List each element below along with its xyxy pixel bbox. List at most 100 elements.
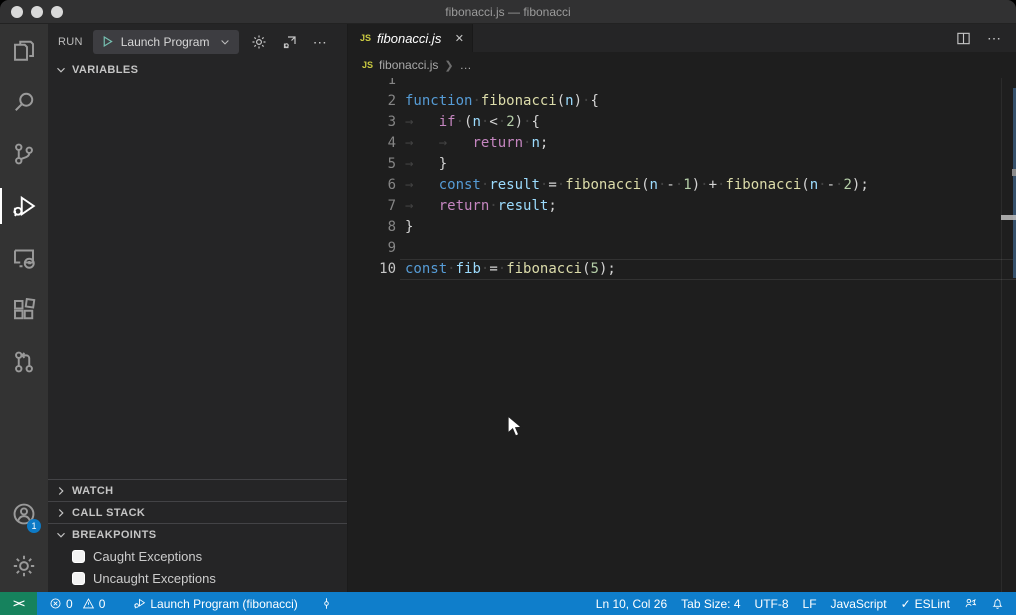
warning-count: 0: [99, 597, 106, 611]
source-control-icon[interactable]: [0, 128, 48, 180]
run-and-debug-icon[interactable]: [0, 180, 48, 232]
views-more-actions-icon[interactable]: ⋯: [313, 37, 328, 47]
variables-body: [48, 81, 347, 479]
overview-ruler-border: [1001, 78, 1002, 592]
remote-indicator[interactable]: ><: [0, 592, 37, 615]
feedback-item[interactable]: [958, 592, 983, 615]
vscode-window: fibonacci.js — fibonacci: [0, 0, 1016, 615]
chevron-right-icon: [54, 484, 68, 498]
eol-sequence[interactable]: LF: [797, 592, 823, 615]
variables-section-label: VARIABLES: [72, 64, 138, 76]
window-title: fibonacci.js — fibonacci: [445, 5, 570, 19]
code-line[interactable]: 7→ return·result;: [348, 196, 1016, 217]
breakpoint-label: Caught Exceptions: [93, 549, 202, 564]
line-number: 9: [348, 238, 396, 259]
encoding[interactable]: UTF-8: [749, 592, 795, 615]
git-commit-item[interactable]: [314, 592, 339, 615]
line-text: [396, 78, 405, 88]
breadcrumb-symbol[interactable]: …: [460, 58, 472, 72]
warning-icon: [82, 597, 95, 610]
breakpoints-section-label: BREAKPOINTS: [72, 529, 156, 541]
run-label: RUN: [58, 36, 83, 48]
code-line[interactable]: 4→ → return·n;: [348, 133, 1016, 154]
error-count: 0: [66, 597, 73, 611]
line-number: 6: [348, 175, 396, 196]
tab-label: fibonacci.js: [377, 31, 449, 46]
chevron-down-icon: [219, 36, 231, 48]
watch-section-header[interactable]: WATCH: [48, 479, 347, 501]
js-file-icon: JS: [360, 33, 371, 43]
code-line[interactable]: 2function·fibonacci(n)·{: [348, 91, 1016, 112]
accounts-icon[interactable]: 1: [0, 488, 48, 540]
bell-icon: [991, 597, 1004, 610]
close-button[interactable]: [11, 6, 23, 18]
caught-exceptions-checkbox[interactable]: [72, 550, 85, 563]
line-number: 8: [348, 217, 396, 238]
status-bar: >< 0 0 Launch Program (fibonacci) Ln 10,…: [0, 592, 1016, 615]
cursor-position[interactable]: Ln 10, Col 26: [590, 592, 673, 615]
variables-section-header[interactable]: VARIABLES: [48, 59, 347, 81]
breakpoint-label: Uncaught Exceptions: [93, 571, 216, 586]
code-lines: 12function·fibonacci(n)·{3→ if·(n·<·2)·{…: [348, 78, 1016, 280]
breakpoint-row: Caught Exceptions: [48, 545, 347, 567]
account-badge: 1: [27, 519, 41, 533]
code-line[interactable]: 3→ if·(n·<·2)·{: [348, 112, 1016, 133]
chevron-right-icon: ❯: [444, 59, 453, 72]
close-tab-icon[interactable]: ✕: [455, 32, 464, 45]
eslint-status[interactable]: ✓ ESLint: [895, 592, 956, 615]
settings-gear-icon[interactable]: [0, 540, 48, 592]
code-line[interactable]: 9: [348, 238, 1016, 259]
code-line[interactable]: 6→ const·result·=·fibonacci(n·-·1)·+·fib…: [348, 175, 1016, 196]
editor-more-actions-icon[interactable]: ⋯: [987, 33, 1002, 43]
extensions-icon[interactable]: [0, 284, 48, 336]
line-text: const·fib·=·fibonacci(5);: [396, 261, 616, 277]
debug-console-icon[interactable]: [282, 34, 298, 50]
call-stack-section-header[interactable]: CALL STACK: [48, 501, 347, 523]
code-line[interactable]: 8}: [348, 217, 1016, 238]
tab-fibonacci-js[interactable]: JS fibonacci.js ✕: [348, 24, 473, 52]
indentation[interactable]: Tab Size: 4: [675, 592, 746, 615]
breadcrumb: JS fibonacci.js ❯ …: [348, 52, 1016, 78]
github-pull-request-icon[interactable]: [0, 336, 48, 388]
launch-config-dropdown[interactable]: Launch Program: [93, 30, 239, 54]
start-debug-icon[interactable]: [101, 35, 114, 48]
line-text: → }: [396, 156, 447, 172]
minimize-button[interactable]: [31, 6, 43, 18]
code-line[interactable]: 5→ }: [348, 154, 1016, 175]
problems-indicator[interactable]: 0 0: [43, 592, 111, 615]
line-text: }: [396, 219, 413, 235]
uncaught-exceptions-checkbox[interactable]: [72, 572, 85, 585]
error-icon: [49, 597, 62, 610]
check-icon: ✓: [901, 597, 911, 611]
breakpoints-section-header[interactable]: BREAKPOINTS: [48, 523, 347, 545]
debug-launch-status[interactable]: Launch Program (fibonacci): [127, 592, 303, 615]
launch-config-name: Launch Program: [121, 35, 212, 49]
line-text: function·fibonacci(n)·{: [396, 93, 599, 109]
line-number: 1: [348, 78, 396, 91]
line-number: 5: [348, 154, 396, 175]
js-file-icon: JS: [362, 60, 373, 70]
breadcrumb-file[interactable]: fibonacci.js: [379, 58, 438, 72]
chevron-down-icon: [54, 63, 68, 77]
notifications-item[interactable]: [985, 592, 1010, 615]
line-text: → const·result·=·fibonacci(n·-·1)·+·fibo…: [396, 177, 869, 193]
remote-explorer-icon[interactable]: [0, 232, 48, 284]
chevron-right-icon: [54, 506, 68, 520]
code-line[interactable]: 1: [348, 78, 1016, 91]
run-toolbar: RUN Launch Program ⋯: [48, 24, 347, 59]
call-stack-section-label: CALL STACK: [72, 507, 145, 519]
code-editor[interactable]: 12function·fibonacci(n)·{3→ if·(n·<·2)·{…: [348, 78, 1016, 592]
editor-group: JS fibonacci.js ✕ ⋯ JS fibonacci.js ❯ … …: [348, 24, 1016, 592]
line-number: 7: [348, 196, 396, 217]
window-controls: [11, 6, 63, 18]
chevron-down-icon: [54, 528, 68, 542]
explorer-icon[interactable]: [0, 24, 48, 76]
overview-ruler-marker: [1012, 169, 1016, 176]
code-line[interactable]: 10const·fib·=·fibonacci(5);: [348, 259, 1016, 280]
feedback-icon: [964, 597, 977, 610]
configure-gear-icon[interactable]: [251, 34, 267, 50]
zoom-button[interactable]: [51, 6, 63, 18]
search-icon[interactable]: [0, 76, 48, 128]
split-editor-icon[interactable]: [956, 31, 971, 46]
language-mode[interactable]: JavaScript: [825, 592, 893, 615]
